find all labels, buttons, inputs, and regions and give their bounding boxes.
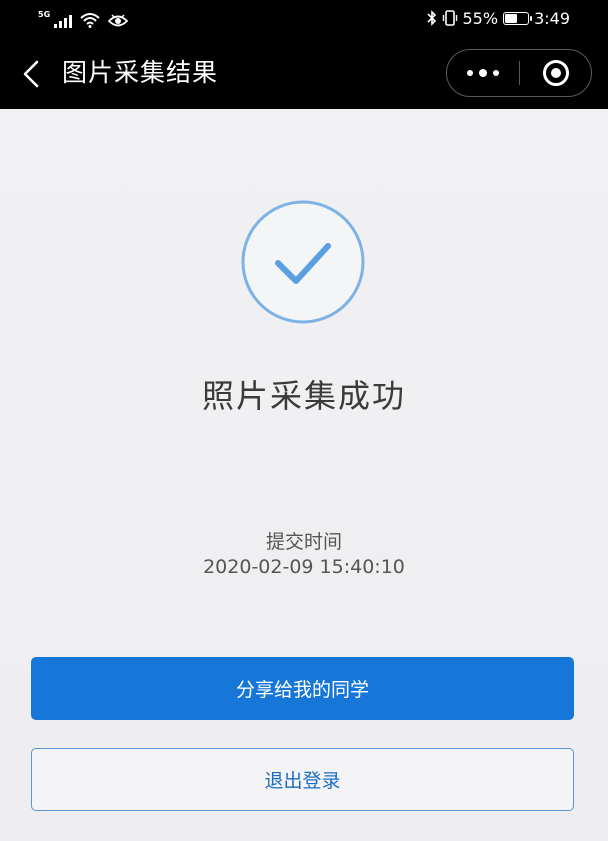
status-right: 55% 3:49 bbox=[426, 7, 570, 29]
submit-time-label: 提交时间 bbox=[265, 531, 342, 553]
result-title: 照片采集成功 bbox=[201, 377, 406, 415]
clock: 3:49 bbox=[534, 8, 570, 28]
vibrate-icon bbox=[442, 10, 457, 26]
status-left: 5G bbox=[38, 8, 129, 28]
submit-time-value: 2020-02-09 15:40:10 bbox=[203, 556, 405, 578]
share-button[interactable]: 分享给我的同学 bbox=[31, 657, 574, 720]
bluetooth-icon bbox=[426, 10, 436, 26]
more-button[interactable] bbox=[447, 50, 519, 96]
result-content: 照片采集成功 提交时间 2020-02-09 15:40:10 分享给我的同学 … bbox=[0, 109, 608, 841]
more-dots-icon bbox=[493, 70, 499, 76]
mini-program-capsule bbox=[446, 49, 592, 97]
eye-icon bbox=[108, 14, 129, 27]
wifi-icon bbox=[80, 13, 100, 28]
signal-icon bbox=[54, 14, 73, 28]
logout-button[interactable]: 退出登录 bbox=[31, 748, 574, 811]
back-chevron-icon bbox=[23, 60, 39, 88]
battery-percent: 55% bbox=[462, 8, 499, 28]
battery-level bbox=[505, 13, 517, 23]
page-title: 图片采集结果 bbox=[62, 58, 219, 87]
close-target-icon bbox=[542, 60, 569, 86]
status-bar: 5G 55% 3:49 bbox=[0, 0, 608, 36]
more-dots-icon bbox=[467, 70, 473, 76]
battery-icon bbox=[503, 11, 533, 25]
nav-bar: 图片采集结果 bbox=[0, 36, 608, 109]
more-dots-icon bbox=[479, 69, 487, 77]
checkmark-circle-icon bbox=[241, 200, 365, 324]
network-type: 5G bbox=[38, 10, 51, 19]
back-button[interactable] bbox=[14, 54, 48, 94]
close-button[interactable] bbox=[520, 50, 591, 96]
